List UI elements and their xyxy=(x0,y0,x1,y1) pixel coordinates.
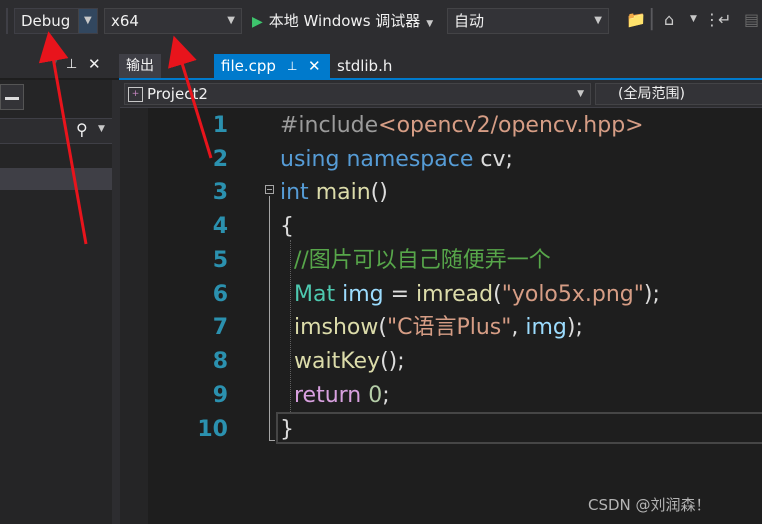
annotation-arrow-platform xyxy=(168,35,213,159)
annotation-overlay xyxy=(38,31,213,245)
annotation-arrow-configuration xyxy=(38,31,88,245)
